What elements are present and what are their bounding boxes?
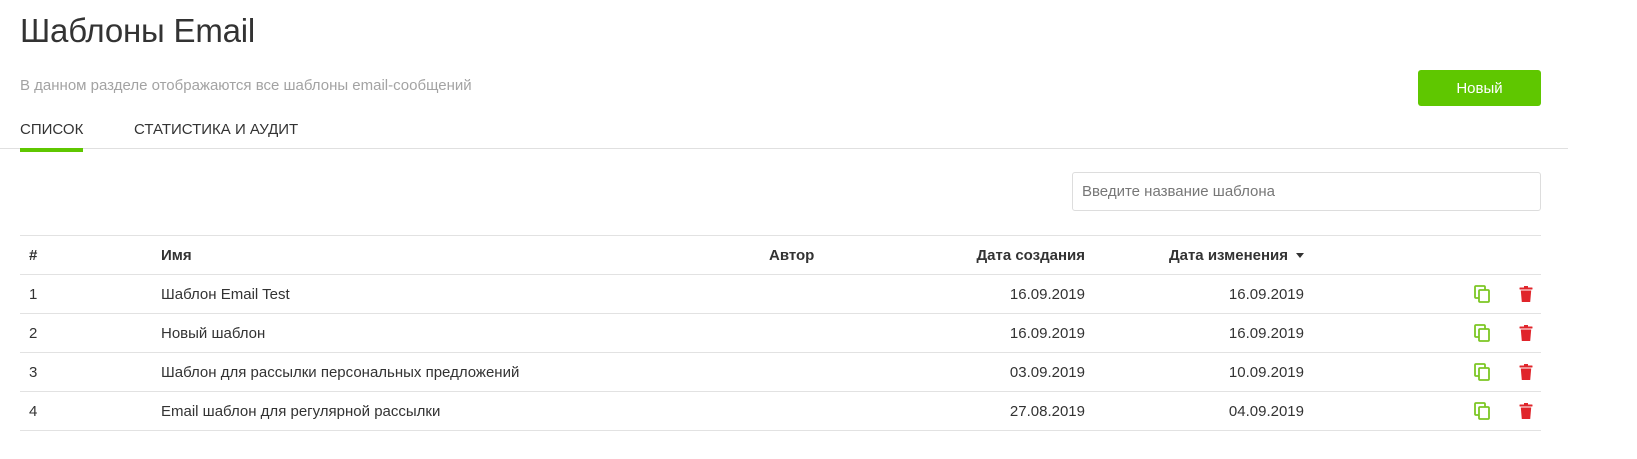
tabs-bar: Список Статистика и аудит xyxy=(0,110,1568,152)
copy-icon[interactable] xyxy=(1472,323,1492,343)
page-title: Шаблоны Email xyxy=(20,12,256,49)
trash-icon[interactable] xyxy=(1516,362,1536,382)
table-row[interactable]: 3 Шаблон для рассылки персональных предло… xyxy=(20,353,1541,392)
copy-icon[interactable] xyxy=(1472,401,1492,421)
created-date: 27.08.2019 xyxy=(1009,403,1085,420)
modified-date: 16.09.2019 xyxy=(1228,325,1304,342)
trash-icon[interactable] xyxy=(1516,323,1536,343)
created-date: 16.09.2019 xyxy=(1009,286,1085,303)
table-row[interactable]: 1 Шаблон Email Test 16.09.2019 16.09.2019 xyxy=(20,275,1541,314)
column-header-number: # xyxy=(29,247,38,264)
template-name[interactable]: Шаблон для рассылки персональных предлож… xyxy=(161,353,519,392)
row-number: 2 xyxy=(29,325,38,342)
template-name[interactable]: Новый шаблон xyxy=(161,314,265,353)
template-search-input[interactable] xyxy=(1072,172,1541,211)
created-date: 16.09.2019 xyxy=(1009,325,1085,342)
row-number: 1 xyxy=(29,286,38,303)
created-date: 03.09.2019 xyxy=(1009,364,1085,381)
trash-icon[interactable] xyxy=(1516,401,1536,421)
column-header-modified[interactable]: Дата изменения xyxy=(1169,236,1304,275)
column-header-created[interactable]: Дата создания xyxy=(976,236,1085,275)
templates-table: # Имя Автор Дата создания Дата изменения… xyxy=(20,235,1541,431)
column-header-author[interactable]: Автор xyxy=(769,236,814,275)
row-number: 3 xyxy=(29,364,38,381)
table-row[interactable]: 4 Email шаблон для регулярной рассылки 27.… xyxy=(20,392,1541,431)
modified-date: 16.09.2019 xyxy=(1228,286,1304,303)
new-template-button[interactable]: Новый xyxy=(1418,70,1541,106)
tab-statistics-audit[interactable]: Статистика и аудит xyxy=(134,121,298,148)
tab-list[interactable]: Список xyxy=(20,121,84,152)
trash-icon[interactable] xyxy=(1516,284,1536,304)
page-subtitle: В данном разделе отображаются все шаблон… xyxy=(20,77,472,94)
column-header-modified-label: Дата изменения xyxy=(1168,247,1288,264)
table-header-row: # Имя Автор Дата создания Дата изменения xyxy=(20,236,1541,275)
sort-desc-icon xyxy=(1296,252,1304,258)
template-name[interactable]: Email шаблон для регулярной рассылки xyxy=(161,392,440,431)
copy-icon[interactable] xyxy=(1472,284,1492,304)
column-header-name[interactable]: Имя xyxy=(161,236,192,275)
modified-date: 04.09.2019 xyxy=(1228,403,1304,420)
template-name[interactable]: Шаблон Email Test xyxy=(161,275,290,314)
table-row[interactable]: 2 Новый шаблон 16.09.2019 16.09.2019 xyxy=(20,314,1541,353)
copy-icon[interactable] xyxy=(1472,362,1492,382)
modified-date: 10.09.2019 xyxy=(1228,364,1304,381)
row-number: 4 xyxy=(29,403,38,420)
